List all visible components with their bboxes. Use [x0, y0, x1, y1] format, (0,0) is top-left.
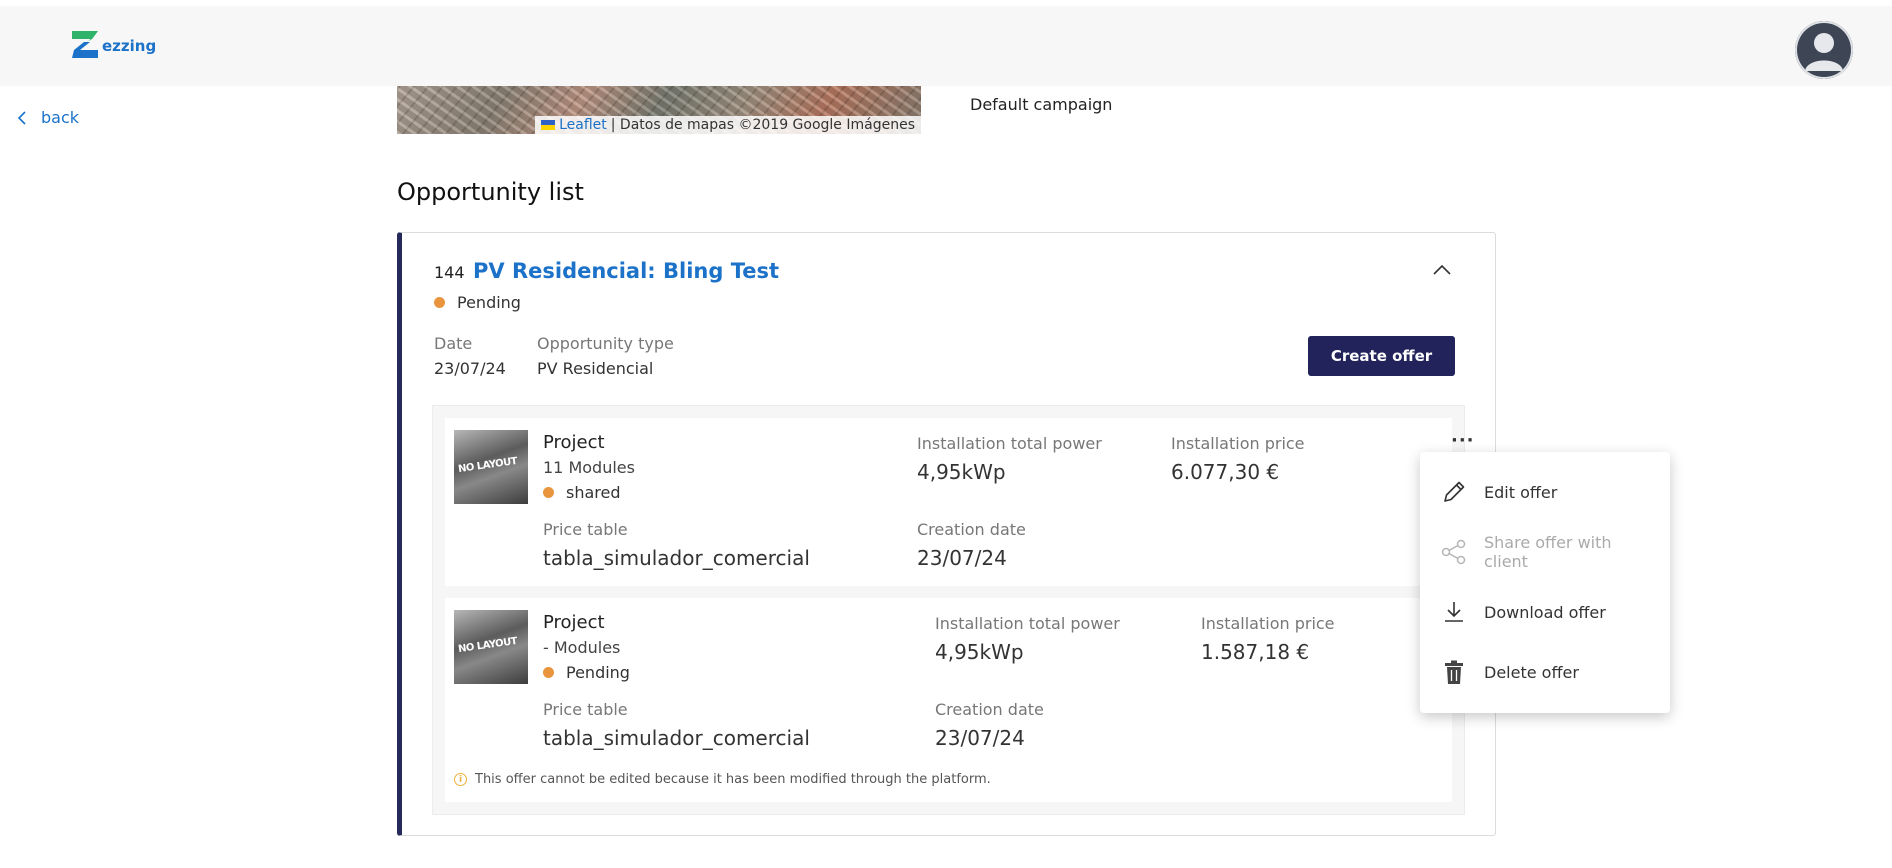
date-value: 23/07/24	[434, 359, 506, 378]
date-label: Date	[434, 334, 473, 353]
opportunity-id: 144	[434, 263, 465, 282]
map-attribution-text: | Datos de mapas ©2019 Google Imágenes	[610, 117, 915, 133]
offer-card: Project - Modules Pending Installation t…	[445, 598, 1452, 802]
logo-text: ezzing	[102, 37, 157, 55]
more-options-icon[interactable]: ···	[1451, 430, 1475, 451]
menu-item-download-offer[interactable]: Download offer	[1440, 592, 1660, 632]
price-table-label: Price table	[543, 700, 628, 719]
chevron-left-icon	[18, 110, 26, 125]
status-dot	[434, 297, 445, 308]
offer-context-menu: Edit offer Share offer with client Downl…	[1420, 452, 1670, 713]
edit-warning-text: This offer cannot be edited because it h…	[475, 772, 991, 787]
download-icon	[1440, 598, 1468, 626]
creation-date-value: 23/07/24	[917, 546, 1007, 570]
status-label: Pending	[457, 293, 521, 312]
power-label: Installation total power	[917, 434, 1102, 453]
status-dot	[543, 667, 554, 678]
ukraine-flag-icon	[541, 120, 556, 130]
menu-item-label: Delete offer	[1484, 662, 1579, 682]
menu-item-edit-offer[interactable]: Edit offer	[1440, 472, 1660, 512]
opportunity-card: 144 PV Residencial: Bling Test Pending D…	[397, 232, 1496, 836]
chevron-up-icon	[1433, 264, 1451, 275]
logo[interactable]: ezzing	[70, 28, 156, 60]
opportunity-type-label: Opportunity type	[537, 334, 674, 353]
top-bar: ezzing	[0, 6, 1892, 86]
price-label: Installation price	[1171, 434, 1305, 453]
power-value: 4,95kWp	[935, 640, 1024, 664]
offer-status-label: Pending	[566, 663, 630, 682]
opportunity-status: Pending	[434, 293, 521, 312]
collapse-button[interactable]	[1432, 261, 1452, 280]
edit-warning: i This offer cannot be edited because it…	[454, 772, 991, 787]
page-title: Opportunity list	[397, 178, 584, 206]
trash-icon	[1440, 658, 1468, 686]
menu-item-delete-offer[interactable]: Delete offer	[1440, 652, 1660, 692]
power-value: 4,95kWp	[917, 460, 1006, 484]
campaign-value: Default campaign	[970, 95, 1113, 114]
ezzing-logo-icon	[72, 31, 98, 58]
price-label: Installation price	[1201, 614, 1335, 633]
price-value: 6.077,30 €	[1171, 460, 1280, 484]
offer-status-label: shared	[566, 483, 621, 502]
map-attribution: Leaflet | Datos de mapas ©2019 Google Im…	[535, 116, 921, 134]
offer-card: Project 11 Modules shared Installation t…	[445, 418, 1474, 586]
menu-item-label: Share offer with client	[1484, 533, 1612, 571]
offer-thumbnail	[454, 610, 528, 684]
offer-title: Project	[543, 612, 605, 633]
share-icon	[1440, 538, 1468, 566]
info-icon: i	[454, 773, 467, 786]
opportunity-title-link[interactable]: PV Residencial: Bling Test	[473, 259, 779, 283]
menu-item-label: Edit offer	[1484, 482, 1558, 502]
avatar[interactable]	[1795, 21, 1853, 79]
status-dot	[543, 487, 554, 498]
offer-modules: 11 Modules	[543, 458, 635, 477]
leaflet-link[interactable]: Leaflet	[559, 117, 607, 133]
map-view[interactable]: Leaflet | Datos de mapas ©2019 Google Im…	[397, 86, 921, 134]
back-label: back	[41, 108, 80, 127]
price-table-value: tabla_simulador_comercial	[543, 546, 810, 570]
offers-list: Project 11 Modules shared Installation t…	[432, 405, 1474, 815]
opportunity-type-value: PV Residencial	[537, 359, 654, 378]
price-table-value: tabla_simulador_comercial	[543, 726, 810, 750]
price-value: 1.587,18 €	[1201, 640, 1310, 664]
user-avatar-icon	[1795, 21, 1853, 79]
price-table-label: Price table	[543, 520, 628, 539]
power-label: Installation total power	[935, 614, 1120, 633]
creation-date-value: 23/07/24	[935, 726, 1025, 750]
offer-thumbnail	[454, 430, 528, 504]
offer-status: Pending	[543, 663, 630, 682]
creation-date-label: Creation date	[917, 520, 1026, 539]
offer-title: Project	[543, 432, 605, 453]
pencil-icon	[1440, 478, 1468, 506]
menu-item-label: Download offer	[1484, 602, 1606, 622]
back-link[interactable]: back	[18, 108, 79, 127]
offer-modules: - Modules	[543, 638, 621, 657]
create-offer-button[interactable]: Create offer	[1308, 336, 1455, 376]
offer-status: shared	[543, 483, 621, 502]
menu-item-share-offer: Share offer with client	[1440, 532, 1660, 572]
creation-date-label: Creation date	[935, 700, 1044, 719]
